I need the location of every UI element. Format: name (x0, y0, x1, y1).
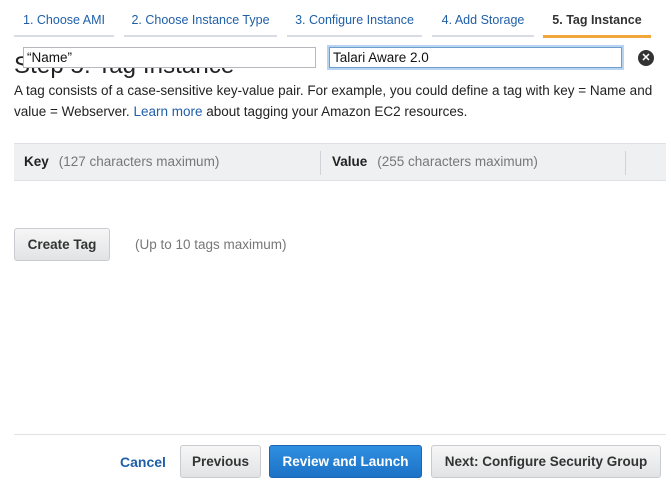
description-text-end: about tagging your Amazon EC2 resources. (206, 104, 468, 119)
page-description: A tag consists of a case-sensitive key-v… (14, 80, 669, 122)
tag-key-input[interactable] (23, 47, 316, 68)
tag-value-input[interactable] (329, 47, 622, 68)
step-indicator (14, 35, 114, 37)
value-column-header: Value (255 characters maximum) (332, 144, 538, 180)
step-indicator-active (543, 35, 651, 38)
step-label: 5. Tag Instance (552, 13, 642, 27)
next-configure-security-group-button[interactable]: Next: Configure Security Group (431, 445, 661, 478)
key-header-label: Key (24, 154, 49, 169)
step-label: 2. Choose Instance Type (131, 13, 270, 27)
value-header-label: Value (332, 154, 368, 169)
table-header: Key (127 characters maximum) Value (255 ch… (14, 143, 666, 181)
step-label: 3. Configure Instance (295, 13, 414, 27)
key-column-header: Key (127 characters maximum) (24, 144, 219, 180)
create-tag-button[interactable]: Create Tag (14, 228, 110, 261)
step-configure-instance[interactable]: 3. Configure Instance (287, 0, 422, 40)
review-and-launch-button[interactable]: Review and Launch (269, 445, 422, 478)
step-label: 4. Add Storage (441, 13, 525, 27)
step-tag-instance[interactable]: 5. Tag Instance (543, 0, 651, 40)
close-circle-icon[interactable]: ✕ (638, 50, 654, 66)
column-divider (320, 151, 321, 175)
step-indicator (432, 35, 534, 37)
step-add-storage[interactable]: 4. Add Storage (432, 0, 534, 40)
learn-more-link[interactable]: Learn more (133, 104, 202, 119)
step-indicator (124, 35, 277, 37)
footer-divider (14, 434, 666, 435)
step-label: 1. Choose AMI (23, 13, 105, 27)
tag-limit-text: (Up to 10 tags maximum) (135, 237, 287, 252)
step-indicator (287, 35, 422, 37)
step-choose-ami[interactable]: 1. Choose AMI (14, 0, 114, 40)
cancel-link[interactable]: Cancel (120, 454, 166, 470)
key-header-hint: (127 characters maximum) (58, 154, 220, 169)
wizard-steps: 1. Choose AMI 2. Choose Instance Type 3.… (0, 0, 671, 40)
column-divider (625, 151, 626, 175)
tag-table: Key (127 characters maximum) Value (255 ch… (14, 143, 666, 181)
previous-button[interactable]: Previous (180, 445, 261, 478)
step-choose-instance-type[interactable]: 2. Choose Instance Type (124, 0, 277, 40)
value-header-hint: (255 characters maximum) (377, 154, 538, 169)
